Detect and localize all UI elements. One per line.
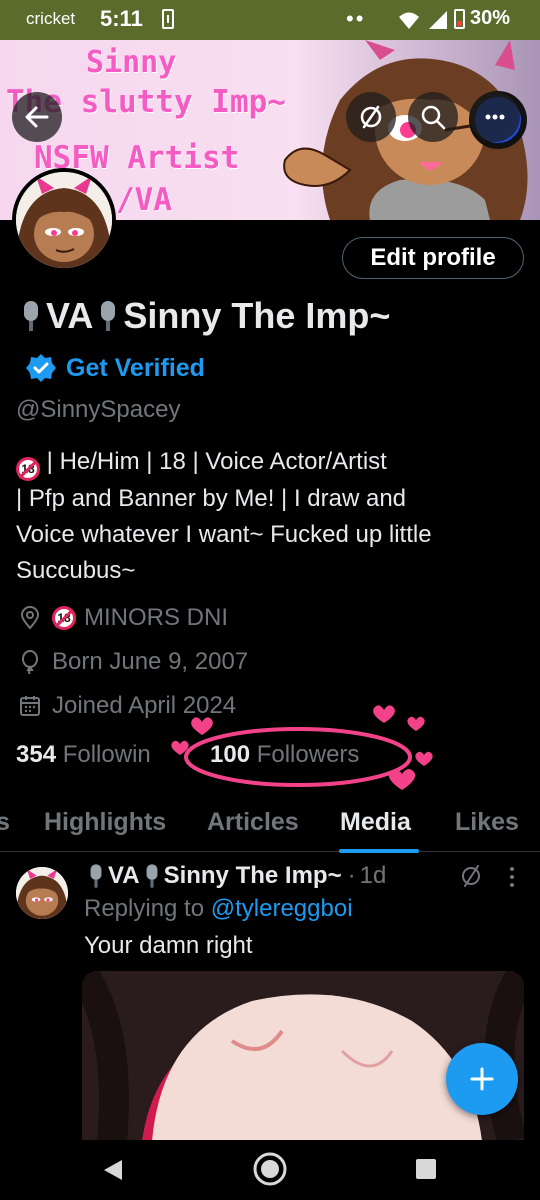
search-icon xyxy=(421,105,446,130)
clock: 5:11 xyxy=(100,6,143,31)
tab-likes[interactable]: Likes xyxy=(455,808,519,837)
microphone-icon xyxy=(146,864,158,888)
more-icon xyxy=(485,114,505,120)
profile-bio: 18 | He/Him | 18 | Voice Actor/Artist | … xyxy=(16,444,516,589)
verified-badge-icon xyxy=(26,354,56,382)
followers-count: 100 xyxy=(210,741,251,768)
bio-line: | He/Him | 18 | Voice Actor/Artist xyxy=(40,448,387,475)
location-text: MINORS DNI xyxy=(84,604,228,631)
search-button[interactable] xyxy=(408,92,458,142)
status-bar: cricket 5:11 •• 30% xyxy=(0,0,540,40)
banner-text-line: /VA xyxy=(116,182,172,218)
calendar-icon xyxy=(20,696,40,716)
system-navigation-bar xyxy=(0,1140,540,1200)
nav-back-icon[interactable] xyxy=(102,1158,124,1182)
followers-link[interactable]: 100 Followers xyxy=(210,741,359,769)
back-button[interactable] xyxy=(12,92,62,142)
replying-prefix: Replying to xyxy=(84,895,205,922)
eye-slash-icon[interactable] xyxy=(460,864,482,888)
wifi-icon xyxy=(399,12,419,29)
replying-to-handle[interactable]: @tylereggboi xyxy=(211,895,353,922)
nav-recents-icon[interactable] xyxy=(416,1159,436,1179)
post-time: 1d xyxy=(359,862,387,889)
get-verified-label: Get Verified xyxy=(66,354,205,382)
more-options-button[interactable] xyxy=(470,92,520,142)
signal-icon xyxy=(429,11,447,29)
display-name-part1: VA xyxy=(46,295,94,336)
post-separator: · xyxy=(347,862,356,889)
tab-articles[interactable]: Articles xyxy=(207,808,299,837)
replying-to: Replying to @tylereggboi xyxy=(84,895,353,923)
tab-media[interactable]: Media xyxy=(340,808,411,837)
no-under-18-icon: 18 xyxy=(16,457,40,481)
microphone-icon xyxy=(90,864,102,888)
profile-location: 18 MINORS DNI xyxy=(18,604,228,632)
tab-posts-partial[interactable]: s xyxy=(0,808,10,837)
display-name-part2: Sinny The Imp~ xyxy=(123,295,391,336)
banner-text-line: Sinny xyxy=(86,45,177,80)
following-label: Followin xyxy=(62,741,151,768)
profile-tabs: s Highlights Articles Media Likes xyxy=(0,796,540,852)
bio-line: Voice whatever I want~ Fucked up little xyxy=(16,521,432,548)
sim-icon xyxy=(162,9,174,29)
profile-joined: Joined April 2024 xyxy=(18,692,236,720)
get-verified-link[interactable]: Get Verified xyxy=(26,342,205,394)
bio-line: | Pfp and Banner by Me! | I draw and xyxy=(16,485,407,512)
bio-line: Succubus~ xyxy=(16,557,136,584)
joined-text: Joined April 2024 xyxy=(52,692,237,719)
post-author-part2: Sinny The Imp~ xyxy=(163,862,342,889)
more-vertical-icon[interactable] xyxy=(508,866,516,888)
active-tab-indicator xyxy=(339,849,419,853)
profile-birthdate: Born June 9, 2007 xyxy=(18,648,248,676)
microphone-icon xyxy=(101,301,116,331)
avatar-art xyxy=(16,867,68,919)
followers-label: Followers xyxy=(256,741,360,768)
balloon-icon xyxy=(22,650,38,674)
carrier-label: cricket xyxy=(26,9,76,28)
following-link[interactable]: 354 Followin xyxy=(16,741,151,769)
post-author[interactable]: VA Sinny The Imp~ · 1d xyxy=(84,862,386,890)
no-under-18-icon: 18 xyxy=(52,606,76,630)
edit-profile-button[interactable]: Edit profile xyxy=(342,237,524,279)
avatar-art xyxy=(16,172,112,268)
arrow-left-icon xyxy=(25,106,49,128)
profile-handle: @SinnySpacey xyxy=(16,396,181,423)
following-count: 354 xyxy=(16,741,57,768)
post-author-part1: VA xyxy=(108,862,140,889)
hide-button[interactable] xyxy=(346,92,396,142)
post-text: Your damn right xyxy=(84,932,253,959)
notification-dots: •• xyxy=(346,6,366,31)
eye-slash-icon xyxy=(360,105,382,129)
birthdate-text: Born June 9, 2007 xyxy=(52,648,249,675)
microphone-icon xyxy=(24,301,38,331)
battery-icon xyxy=(454,9,465,29)
compose-button[interactable] xyxy=(446,1043,518,1115)
profile-avatar[interactable] xyxy=(12,168,116,272)
location-pin-icon xyxy=(20,606,40,630)
plus-icon xyxy=(470,1067,494,1091)
battery-percent: 30% xyxy=(470,7,511,29)
post-author-avatar[interactable] xyxy=(16,867,68,919)
nav-home-icon[interactable] xyxy=(252,1151,288,1187)
display-name: VA Sinny The Imp~ Get Verified xyxy=(16,290,396,399)
tab-highlights[interactable]: Highlights xyxy=(44,808,166,837)
